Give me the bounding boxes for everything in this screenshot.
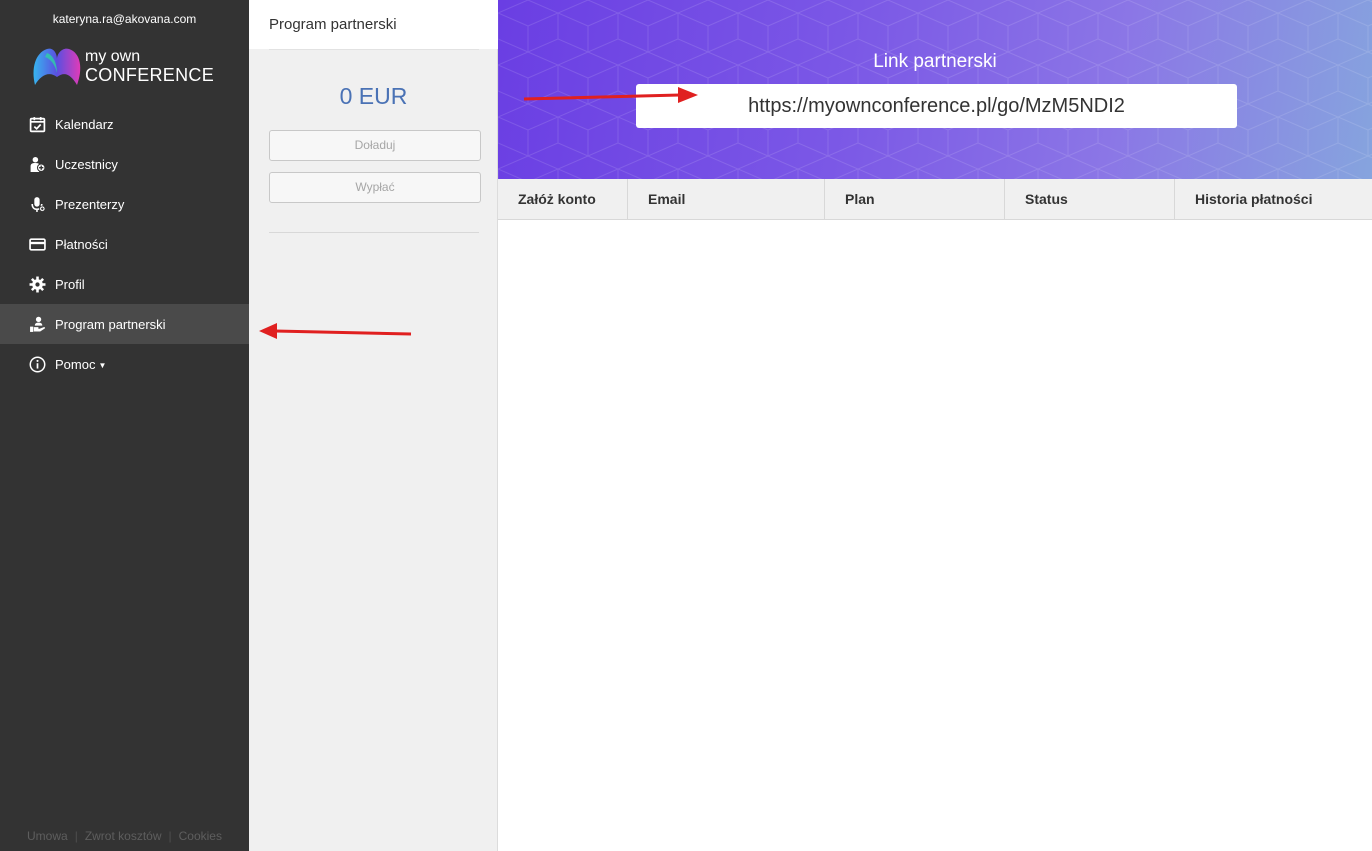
main-content: Link partnerski https://myownconference.… [498,0,1372,851]
column-header-plan[interactable]: Plan [825,179,1005,219]
user-email[interactable]: kateryna.ra@akovana.com [0,12,249,26]
logo-mark-icon [33,48,81,85]
sidebar-item-label: Program partnerski [55,316,166,332]
sidebar: kateryna.ra@akovana.com my own CONFERENC… [0,0,249,851]
partner-panel: Program partnerski 0 EUR Doładuj Wypłać [249,0,498,851]
divider [269,49,479,50]
gear-icon [28,275,46,293]
column-header-email[interactable]: Email [628,179,825,219]
logo-text-line1: my own [85,48,141,65]
sidebar-item-prezenterzy[interactable]: Prezenterzy [0,184,249,224]
sidebar-item-platnosci[interactable]: Płatności [0,224,249,264]
sidebar-item-label: Profil [55,276,85,292]
footer-links: Umowa | Zwrot kosztów | Cookies [0,829,249,843]
user-add-icon [28,155,46,173]
footer-separator: | [74,829,78,843]
sidebar-item-program-partnerski[interactable]: Program partnerski [0,304,249,344]
column-header-historia-platnosci[interactable]: Historia płatności [1175,179,1372,219]
column-header-status[interactable]: Status [1005,179,1175,219]
balance-amount: 0 EUR [339,83,408,109]
sidebar-item-label: Kalendarz [55,116,114,132]
partner-link-field[interactable]: https://myownconference.pl/go/MzM5NDI2 [636,84,1237,128]
sidebar-item-profil[interactable]: Profil [0,264,249,304]
info-circle-icon [28,355,46,373]
hand-user-icon [28,315,46,333]
partner-link-banner: Link partnerski https://myownconference.… [498,0,1372,179]
table-header: Załóż konto Email Plan Status Historia p… [498,179,1372,220]
column-header-zaloz-konto[interactable]: Załóż konto [498,179,628,219]
topup-button[interactable]: Doładuj [269,130,481,161]
microphone-icon [28,195,46,213]
footer-link-umowa[interactable]: Umowa [27,829,68,843]
footer-link-zwrot-kosztow[interactable]: Zwrot kosztów [85,829,162,843]
calendar-check-icon [28,115,46,133]
divider [269,232,479,233]
sidebar-item-pomoc[interactable]: Pomoc ▼ [0,344,249,384]
sidebar-item-label: Płatności [55,236,108,252]
withdraw-button[interactable]: Wypłać [269,172,481,203]
footer-separator: | [168,829,172,843]
sidebar-item-label: Pomoc [55,356,96,372]
logo[interactable]: my own CONFERENCE [31,45,221,87]
footer-link-cookies[interactable]: Cookies [179,829,222,843]
sidebar-item-uczestnicy[interactable]: Uczestnicy [0,144,249,184]
chevron-down-icon: ▼ [98,360,107,370]
partner-link-title: Link partnerski [873,51,997,72]
credit-card-icon [28,235,46,253]
sidebar-item-label: Uczestnicy [55,156,118,172]
sidebar-item-label: Prezenterzy [55,196,125,212]
sidebar-nav: Kalendarz Uczestnicy Prezenterzy Płatnoś… [0,104,249,384]
partner-panel-title: Program partnerski [249,0,498,49]
logo-text-line2: CONFERENCE [85,65,215,85]
sidebar-item-kalendarz[interactable]: Kalendarz [0,104,249,144]
